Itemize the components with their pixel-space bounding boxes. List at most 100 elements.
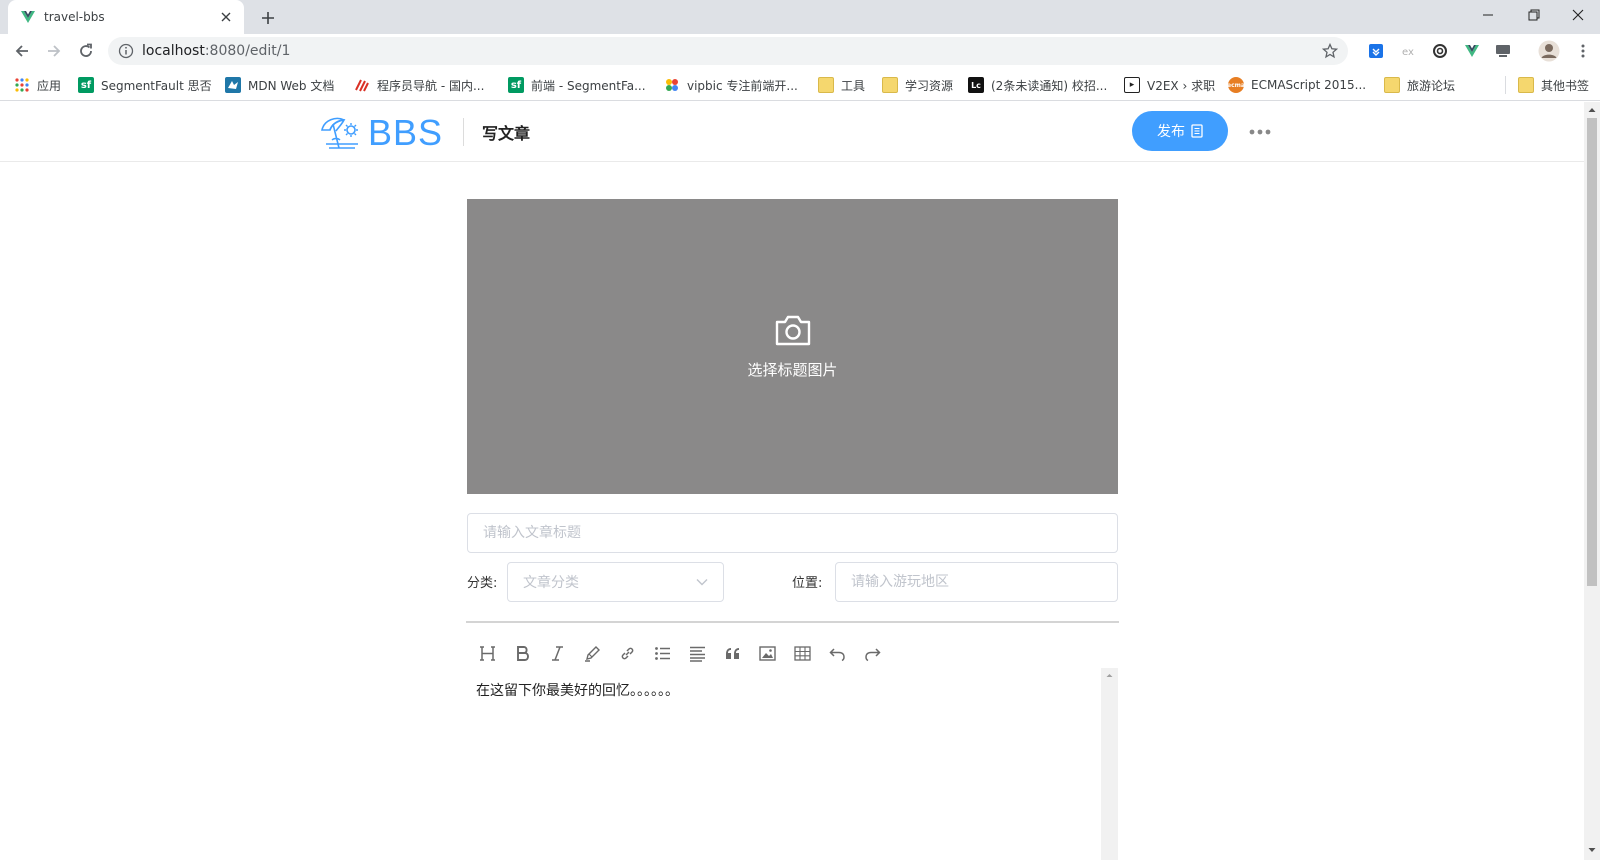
bookmark-vipbic[interactable]: vipbic 专注前端开...: [664, 75, 798, 95]
browser-window: travel-bbs localhost:8080/edit/1 ex 应用 s…: [0, 0, 1600, 860]
segmentfault-icon: sf: [508, 77, 524, 93]
quote-icon[interactable]: [721, 642, 744, 664]
article-title-input[interactable]: [467, 513, 1118, 553]
bookmark-label: 前端 - SegmentFa...: [531, 78, 646, 93]
bookmark-label: (2条未读通知) 校招...: [991, 78, 1108, 93]
category-placeholder: 文章分类: [523, 575, 579, 591]
bookmark-frontend-segmentfault[interactable]: sf 前端 - SegmentFa...: [508, 75, 646, 95]
tab-strip: travel-bbs: [0, 0, 1600, 34]
vue-logo-icon: [21, 11, 35, 23]
browser-menu-icon[interactable]: [1574, 42, 1592, 60]
folder-icon: [1518, 77, 1534, 93]
url-host: localhost: [142, 43, 205, 59]
back-arrow-icon[interactable]: [8, 37, 36, 65]
table-icon[interactable]: [791, 642, 814, 664]
minimize-icon[interactable]: [1466, 0, 1510, 30]
ecma-icon: ecma: [1227, 77, 1245, 93]
extension-ex-icon[interactable]: ex: [1400, 42, 1418, 60]
reload-icon[interactable]: [72, 37, 100, 65]
page-scrollbar[interactable]: [1584, 102, 1600, 860]
scroll-up-icon[interactable]: [1101, 668, 1118, 682]
heading-icon[interactable]: [476, 642, 499, 664]
vue-devtools-icon[interactable]: [1463, 42, 1481, 60]
scroll-down-icon[interactable]: [1588, 846, 1596, 854]
bookmark-apps[interactable]: 应用: [14, 75, 61, 95]
align-left-icon[interactable]: [686, 642, 709, 664]
image-icon[interactable]: [756, 642, 779, 664]
brand-name: BBS: [368, 112, 444, 153]
folder-icon: [882, 77, 898, 93]
bookmark-v2ex[interactable]: ▸ V2EX › 求职: [1124, 75, 1215, 95]
redo-icon[interactable]: [861, 642, 884, 664]
site-logo[interactable]: BBS: [320, 112, 443, 154]
url-text: localhost:8080/edit/1: [142, 43, 290, 59]
bookmarks-bar: 应用 sf SegmentFault 思否 MDN Web 文档 程序员导航 -…: [0, 68, 1600, 101]
italic-icon[interactable]: [546, 642, 569, 664]
bookmark-coder-nav[interactable]: 程序员导航 - 国内...: [354, 75, 484, 95]
bookmark-label: 其他书签: [1541, 78, 1590, 93]
editor-scrollbar[interactable]: [1101, 668, 1118, 860]
publish-label: 发布: [1157, 124, 1185, 140]
folder-icon: [1384, 77, 1400, 93]
cover-label: 选择标题图片: [747, 361, 838, 379]
v2ex-icon: ▸: [1124, 77, 1140, 93]
bookmark-star-icon[interactable]: [1322, 43, 1338, 59]
coder-nav-icon: [354, 77, 370, 93]
editor-top-border: [466, 621, 1119, 623]
scrollbar-thumb[interactable]: [1587, 118, 1597, 586]
close-window-icon[interactable]: [1556, 0, 1600, 30]
editor-content[interactable]: 在这留下你最美好的回忆。。。。。。: [476, 680, 1100, 860]
tab-title: travel-bbs: [44, 10, 105, 24]
bookmark-segmentfault[interactable]: sf SegmentFault 思否: [78, 75, 212, 95]
url-path: :8080/edit/1: [204, 43, 291, 59]
category-select[interactable]: 文章分类: [507, 562, 724, 602]
beach-umbrella-icon: [321, 117, 358, 149]
profile-avatar[interactable]: [1538, 40, 1560, 62]
forward-arrow-icon[interactable]: [40, 37, 68, 65]
location-input[interactable]: [835, 562, 1118, 602]
bookmark-label: 工具: [841, 78, 866, 93]
bookmark-mdn[interactable]: MDN Web 文档: [225, 75, 334, 95]
editor-toolbar: [476, 642, 884, 664]
bold-icon[interactable]: [511, 642, 534, 664]
undo-icon[interactable]: [826, 642, 849, 664]
scroll-up-icon[interactable]: [1588, 106, 1596, 114]
bookmark-label: V2EX › 求职: [1147, 78, 1216, 93]
mdn-icon: [225, 77, 241, 93]
bookmark-label: 应用: [37, 78, 62, 93]
svg-text:ex: ex: [1402, 47, 1414, 58]
location-label: 位置:: [792, 576, 823, 591]
folder-icon: [818, 77, 834, 93]
bookmark-folder-tools[interactable]: 工具: [818, 75, 865, 95]
bookmark-ecmascript[interactable]: ecma ECMAScript 2015...: [1227, 75, 1367, 95]
restore-icon[interactable]: [1512, 0, 1556, 30]
document-icon: [1191, 124, 1203, 138]
bookmark-niuke[interactable]: Lc (2条未读通知) 校招...: [968, 75, 1107, 95]
tab-travel-bbs[interactable]: travel-bbs: [8, 0, 244, 34]
bookmark-other[interactable]: 其他书签: [1518, 75, 1589, 95]
bookmark-label: ECMAScript 2015...: [1251, 78, 1367, 92]
bookmark-label: SegmentFault 思否: [101, 78, 212, 93]
marker-pen-icon[interactable]: [581, 642, 604, 664]
extension-monitor-icon[interactable]: [1494, 42, 1512, 60]
camera-icon: [775, 315, 810, 346]
extension-ring-icon[interactable]: [1431, 42, 1449, 60]
extension-download-icon[interactable]: [1367, 42, 1385, 60]
bookmark-folder-travel-forum[interactable]: 旅游论坛: [1384, 75, 1455, 95]
bookmark-label: MDN Web 文档: [248, 78, 335, 93]
link-icon[interactable]: [616, 642, 639, 664]
bookmark-label: 学习资源: [905, 78, 954, 93]
new-tab-icon[interactable]: [256, 6, 280, 30]
address-bar[interactable]: localhost:8080/edit/1: [108, 37, 1348, 65]
bookmark-folder-learning[interactable]: 学习资源: [882, 75, 953, 95]
close-tab-icon[interactable]: [218, 9, 234, 25]
publish-button[interactable]: 发布: [1132, 111, 1228, 151]
cover-image-picker[interactable]: 选择标题图片: [467, 199, 1118, 494]
browser-toolbar: localhost:8080/edit/1: [0, 34, 1600, 68]
more-options-icon[interactable]: [1248, 122, 1272, 142]
bookmarks-divider: [1505, 76, 1506, 94]
site-header: BBS 写文章 发布: [0, 102, 1584, 162]
site-info-icon[interactable]: [118, 43, 134, 59]
bookmark-label: vipbic 专注前端开...: [687, 78, 798, 93]
unordered-list-icon[interactable]: [651, 642, 674, 664]
